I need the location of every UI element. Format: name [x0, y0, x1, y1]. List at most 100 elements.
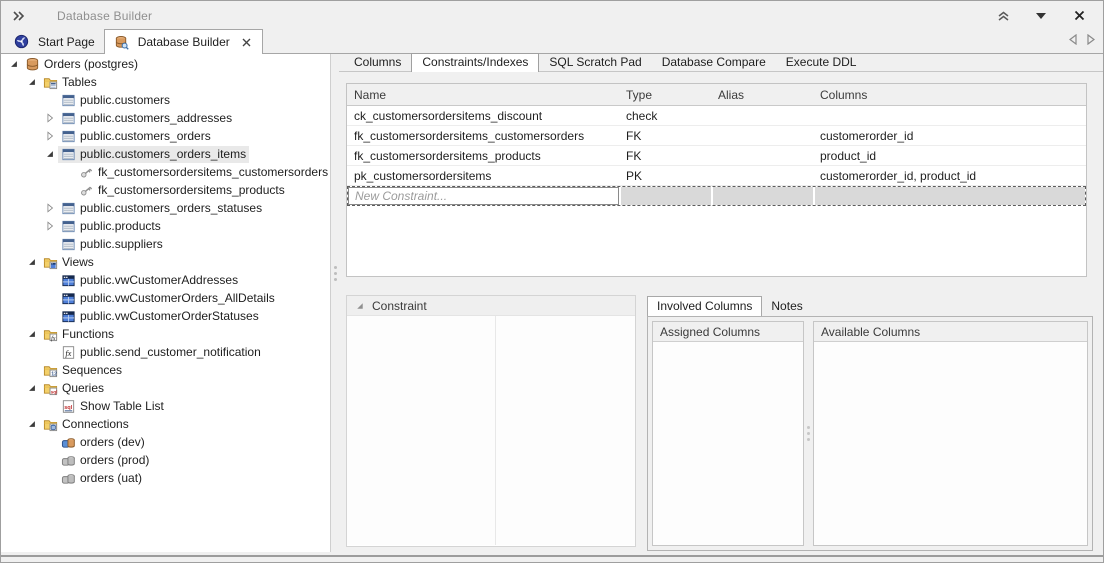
folder-queries-icon: sql [43, 381, 58, 396]
tree-item[interactable]: fk_customersordersitems_products [1, 181, 330, 199]
tree-item[interactable]: Views [1, 253, 330, 271]
folder-tables-icon [43, 75, 58, 90]
folder-views-icon [43, 255, 58, 270]
tree-item-body: orders (dev) [58, 434, 148, 451]
tree-item[interactable]: orders (prod) [1, 451, 330, 469]
tree-item-label: orders (prod) [80, 453, 149, 467]
tree-item[interactable]: public.customers_orders [1, 127, 330, 145]
tree-item-label: Connections [62, 417, 129, 431]
constraint-row[interactable]: fk_customersordersitems_productsFKproduc… [347, 146, 1086, 166]
tree-item[interactable]: Tables [1, 73, 330, 91]
tree-item[interactable]: sqlShow Table List [1, 397, 330, 415]
editor-tab-sql-scratch-pad[interactable]: SQL Scratch Pad [539, 54, 651, 71]
editor-tab-columns[interactable]: Columns [344, 54, 411, 71]
svg-text:sql: sql [51, 389, 58, 394]
grid-cell: fk_customersordersitems_customersorders [347, 129, 619, 143]
available-columns-body[interactable] [814, 342, 1087, 545]
expand-toggle-icon[interactable] [41, 203, 58, 213]
tree-item[interactable]: sqlQueries [1, 379, 330, 397]
expand-toggle-icon[interactable] [23, 257, 40, 267]
tree-item-label: public.customers [80, 93, 170, 107]
expand-docked-panel-icon[interactable] [11, 8, 27, 24]
grid-cell: ck_customersordersitems_discount [347, 109, 619, 123]
editor-tab-database-compare[interactable]: Database Compare [652, 54, 776, 71]
expand-toggle-icon[interactable] [41, 113, 58, 123]
new-constraint-input[interactable]: New Constraint... [348, 187, 619, 205]
grid-column-header[interactable]: Type [619, 88, 711, 102]
tree-item[interactable]: public.customers_orders_statuses [1, 199, 330, 217]
tree-splitter[interactable] [331, 54, 339, 552]
tree-item[interactable]: Connections [1, 415, 330, 433]
tree-item-body: public.customers_orders [58, 128, 214, 145]
tree-item-body: fk_customersordersitems_products [76, 182, 288, 199]
connection-dev-icon [61, 435, 76, 450]
tree-item[interactable]: public.customers [1, 91, 330, 109]
tree-item[interactable]: fxFunctions [1, 325, 330, 343]
tree-item-label: public.products [80, 219, 161, 233]
tab-database-builder[interactable]: Database Builder [104, 29, 263, 54]
expand-toggle-icon[interactable] [23, 77, 40, 87]
tree-item[interactable]: public.products [1, 217, 330, 235]
tree-item[interactable]: public.vwCustomerOrders_AllDetails [1, 289, 330, 307]
expand-toggle-icon[interactable] [41, 131, 58, 141]
tree-item[interactable]: fk_customersordersitems_customersorders [1, 163, 330, 181]
editor-tab-constraints-indexes[interactable]: Constraints/Indexes [411, 53, 539, 72]
tab-scroll-left-icon[interactable] [1069, 34, 1077, 48]
view-icon [61, 273, 76, 288]
tree-item-label: Functions [62, 327, 114, 341]
tree-item[interactable]: public.vwCustomerAddresses [1, 271, 330, 289]
expand-toggle-icon[interactable] [41, 221, 58, 231]
window-menu-dropdown-icon[interactable] [1033, 8, 1049, 24]
tree-item-label: public.customers_orders [80, 129, 211, 143]
tab-start-page[interactable]: Start Page [5, 30, 104, 53]
close-tab-icon[interactable] [241, 36, 253, 48]
tree-item[interactable]: orders (dev) [1, 433, 330, 451]
tree-item-body: fxFunctions [40, 326, 117, 343]
constraint-row[interactable]: fk_customersordersitems_customersordersF… [347, 126, 1086, 146]
tree-item[interactable]: orders (uat) [1, 469, 330, 487]
title-bar: Database Builder [1, 1, 1103, 28]
constraint-row[interactable]: pk_customersordersitemsPKcustomerorder_i… [347, 166, 1086, 186]
function-icon: fx [61, 345, 76, 360]
tree-item-body: public.customers_orders_statuses [58, 200, 265, 217]
database-icon [25, 57, 40, 72]
assigned-columns-body[interactable] [653, 342, 803, 545]
tree-item[interactable]: public.vwCustomerOrderStatuses [1, 307, 330, 325]
tab-involved-columns[interactable]: Involved Columns [647, 296, 762, 316]
tree-item-label: public.customers_addresses [80, 111, 232, 125]
close-window-icon[interactable] [1071, 8, 1087, 24]
tab-notes[interactable]: Notes [762, 297, 811, 316]
tree-item-body: Views [40, 254, 97, 271]
tree-item-body: public.customers_orders_items [58, 146, 249, 163]
grid-column-header[interactable]: Alias [711, 88, 813, 102]
editor-tab-execute-ddl[interactable]: Execute DDL [776, 54, 867, 71]
grid-column-header[interactable]: Name [347, 88, 619, 102]
tab-scroll-right-icon[interactable] [1087, 34, 1095, 48]
tree-item[interactable]: public.customers_orders_items [1, 145, 330, 163]
tree-item[interactable]: Orders (postgres) [1, 55, 330, 73]
key-icon [79, 183, 94, 198]
assigned-columns-header: Assigned Columns [653, 322, 803, 342]
tree-item[interactable]: public.suppliers [1, 235, 330, 253]
tree-item[interactable]: public.customers_addresses [1, 109, 330, 127]
expand-toggle-icon[interactable] [23, 383, 40, 393]
tree-item[interactable]: fxpublic.send_customer_notification [1, 343, 330, 361]
new-constraint-columns-cell [813, 187, 1085, 205]
database-builder-window: Database Builder Start Page Database B [0, 0, 1104, 563]
collapse-panel-icon[interactable] [995, 8, 1011, 24]
constraint-row[interactable]: ck_customersordersitems_discountcheck [347, 106, 1086, 126]
constraint-property-grid[interactable] [347, 316, 635, 545]
tree-item[interactable]: 12Sequences [1, 361, 330, 379]
expand-toggle-icon[interactable] [23, 419, 40, 429]
list-splitter[interactable] [804, 321, 813, 546]
expand-toggle-icon[interactable] [41, 149, 58, 159]
tree-item-body: sqlQueries [40, 380, 107, 397]
splitter-grip-icon [334, 266, 337, 269]
constraint-panel-header[interactable]: Constraint [347, 296, 635, 316]
grid-rows: ck_customersordersitems_discountcheckfk_… [347, 106, 1086, 186]
grid-column-header[interactable]: Columns [813, 88, 1086, 102]
expand-toggle-icon[interactable] [23, 329, 40, 339]
expand-toggle-icon[interactable] [5, 59, 22, 69]
tree-item-body: orders (uat) [58, 470, 145, 487]
window-bottom-frame [1, 552, 1103, 562]
